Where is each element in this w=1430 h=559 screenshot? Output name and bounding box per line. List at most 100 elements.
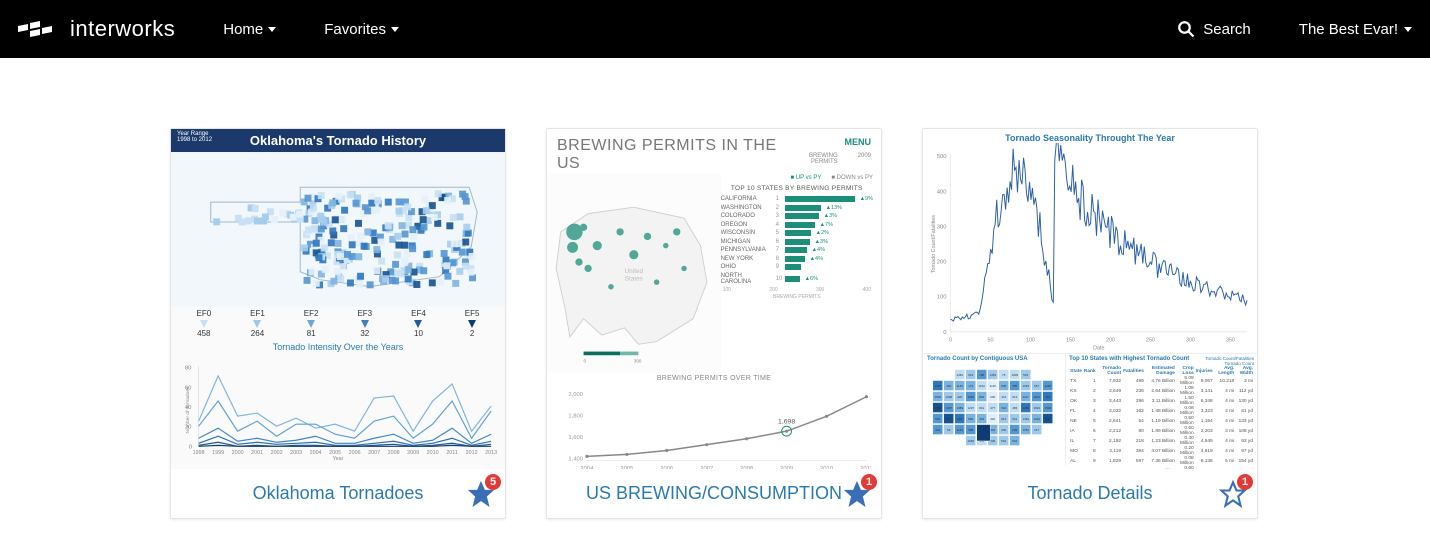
brew-axis-label: BREWING PERMITS bbox=[721, 294, 873, 300]
svg-text:494: 494 bbox=[979, 417, 984, 421]
svg-text:444: 444 bbox=[935, 428, 940, 432]
svg-text:432: 432 bbox=[1045, 417, 1050, 421]
td-us-map: Tornado Count by Contiguous USA 14636197… bbox=[923, 354, 1066, 465]
svg-text:1149: 1149 bbox=[957, 384, 964, 388]
svg-text:1526: 1526 bbox=[1044, 406, 1051, 410]
brew-over-title: BREWING PERMITS OVER TIME bbox=[547, 375, 881, 382]
svg-text:300: 300 bbox=[1186, 338, 1195, 344]
brew-body: United States 0 300 ■ UP vs PY bbox=[547, 173, 881, 373]
svg-text:942: 942 bbox=[990, 428, 995, 432]
ok-ef-row: EF0 458 EF1 264 EF2 81 EF3 32 EF4 10 EF5… bbox=[171, 307, 505, 338]
svg-text:1258: 1258 bbox=[1022, 406, 1029, 410]
svg-text:892: 892 bbox=[979, 395, 984, 399]
favorite-toggle[interactable]: 5 bbox=[467, 480, 495, 508]
svg-text:406: 406 bbox=[990, 395, 995, 399]
svg-text:200: 200 bbox=[937, 260, 948, 266]
svg-text:1136: 1136 bbox=[957, 428, 964, 432]
user-menu[interactable]: The Best Evar! bbox=[1299, 21, 1412, 38]
svg-text:75: 75 bbox=[1002, 373, 1006, 377]
svg-text:Tornado Count/Fatalities: Tornado Count/Fatalities bbox=[931, 215, 937, 273]
svg-text:100: 100 bbox=[937, 295, 948, 301]
svg-text:577: 577 bbox=[946, 417, 951, 421]
brand-logo[interactable]: interworks bbox=[18, 16, 175, 42]
svg-text:657: 657 bbox=[1034, 384, 1039, 388]
svg-text:2006: 2006 bbox=[349, 450, 361, 456]
card-brewing: BREWING PERMITS IN THE US MENU BREWING P… bbox=[546, 128, 882, 519]
td-tbl-title: Top 10 States with Highest Tornado Count bbox=[1069, 356, 1189, 364]
ok-title: Oklahoma's Tornado History bbox=[250, 133, 426, 148]
card-footer: US BREWING/CONSUMPTION 1 bbox=[547, 469, 881, 518]
ef-col: EF1 264 bbox=[233, 309, 281, 338]
ef-col: EF3 32 bbox=[341, 309, 389, 338]
svg-text:420: 420 bbox=[990, 417, 995, 421]
svg-text:2002: 2002 bbox=[271, 450, 283, 456]
svg-text:1208: 1208 bbox=[945, 395, 952, 399]
svg-text:795: 795 bbox=[979, 373, 984, 377]
svg-text:1,800: 1,800 bbox=[568, 413, 583, 419]
caret-down-icon bbox=[1404, 27, 1412, 32]
ok-intensity-title: Tornado Intensity Over the Years bbox=[171, 342, 505, 352]
svg-text:1240: 1240 bbox=[1033, 417, 1040, 421]
svg-text:501: 501 bbox=[1001, 439, 1006, 443]
svg-text:300: 300 bbox=[937, 224, 948, 230]
svg-text:542: 542 bbox=[1012, 439, 1017, 443]
brew-state-row: NORTH CAROLINA10 ▲6% bbox=[721, 273, 873, 285]
svg-text:1,400: 1,400 bbox=[568, 456, 583, 462]
brew-header: BREWING PERMITS IN THE US MENU BREWING P… bbox=[547, 129, 881, 173]
favorite-toggle[interactable]: 1 bbox=[1219, 480, 1247, 508]
svg-text:246: 246 bbox=[1001, 428, 1006, 432]
ef-col: EF5 2 bbox=[448, 309, 496, 338]
svg-text:2007: 2007 bbox=[368, 450, 380, 456]
svg-text:1463: 1463 bbox=[956, 373, 963, 377]
ok-intensity-chart: 806040 200 19981999200020012002200320042… bbox=[171, 352, 505, 462]
brew-meta: BREWING PERMITS2009 bbox=[787, 153, 871, 165]
brand-text: interworks bbox=[70, 16, 175, 42]
svg-text:500: 500 bbox=[937, 154, 948, 160]
svg-text:United: United bbox=[625, 268, 644, 275]
svg-text:2010: 2010 bbox=[427, 450, 439, 456]
brew-over-chart: 2,0001,8001,6001,400 1,698 2004200520062… bbox=[547, 382, 881, 469]
thumbnail-brewing[interactable]: BREWING PERMITS IN THE US MENU BREWING P… bbox=[547, 129, 881, 469]
svg-text:1162: 1162 bbox=[979, 384, 986, 388]
card-title-link[interactable]: Tornado Details bbox=[1027, 483, 1152, 504]
nav-home[interactable]: Home bbox=[223, 21, 276, 38]
svg-text:1009: 1009 bbox=[1011, 373, 1018, 377]
brew-state-row: WASHINGTON2 ▲13% bbox=[721, 205, 873, 211]
card-title-link[interactable]: US BREWING/CONSUMPTION bbox=[586, 483, 842, 504]
nav-favorites[interactable]: Favorites bbox=[324, 21, 399, 38]
nav-right: Search The Best Evar! bbox=[1177, 20, 1412, 38]
favorite-badge: 5 bbox=[485, 474, 501, 490]
card-footer: Tornado Details 1 bbox=[923, 469, 1257, 518]
thumbnail-tornado-details[interactable]: Tornado Seasonality Throught The Year 50… bbox=[923, 129, 1257, 469]
svg-text:2012: 2012 bbox=[466, 450, 478, 456]
td-season-chart: 500400 300200 1000 050100 150200250 3003… bbox=[923, 143, 1257, 353]
nav-favorites-label: Favorites bbox=[324, 21, 386, 38]
brew-menu: MENU bbox=[787, 137, 871, 147]
card-footer: Oklahoma Tornadoes 5 bbox=[171, 469, 505, 518]
ok-map bbox=[171, 152, 505, 307]
card-oklahoma: Year Range1998 to 2012 Oklahoma's Tornad… bbox=[170, 128, 506, 519]
caret-down-icon bbox=[268, 27, 276, 32]
svg-text:300: 300 bbox=[634, 359, 642, 364]
svg-text:350: 350 bbox=[1226, 338, 1235, 344]
brew-state-row: PENNSYLVANIA7 ▲4% bbox=[721, 247, 873, 253]
svg-text:1999: 1999 bbox=[212, 450, 224, 456]
card-title-link[interactable]: Oklahoma Tornadoes bbox=[253, 483, 424, 504]
brew-title: BREWING PERMITS IN THE US bbox=[557, 137, 787, 173]
search-button[interactable]: Search bbox=[1177, 20, 1251, 38]
brew-state-row: WISCONSIN5 ▲2% bbox=[721, 230, 873, 236]
favorite-toggle[interactable]: 1 bbox=[843, 480, 871, 508]
td-map-title: Tornado Count by Contiguous USA bbox=[923, 354, 1065, 364]
svg-text:426: 426 bbox=[957, 395, 962, 399]
brew-legend: ■ UP vs PY ■ DOWN vs PY bbox=[721, 175, 873, 181]
svg-text:825: 825 bbox=[990, 439, 995, 443]
search-label: Search bbox=[1203, 21, 1251, 38]
nav-home-label: Home bbox=[223, 21, 263, 38]
svg-text:States: States bbox=[625, 275, 643, 282]
svg-text:1524: 1524 bbox=[1033, 406, 1040, 410]
thumbnail-oklahoma[interactable]: Year Range1998 to 2012 Oklahoma's Tornad… bbox=[171, 129, 505, 469]
svg-text:1349: 1349 bbox=[1022, 417, 1029, 421]
svg-text:882: 882 bbox=[968, 417, 973, 421]
logo-icon bbox=[18, 18, 62, 40]
ok-year-range: Year Range1998 to 2012 bbox=[177, 131, 212, 143]
